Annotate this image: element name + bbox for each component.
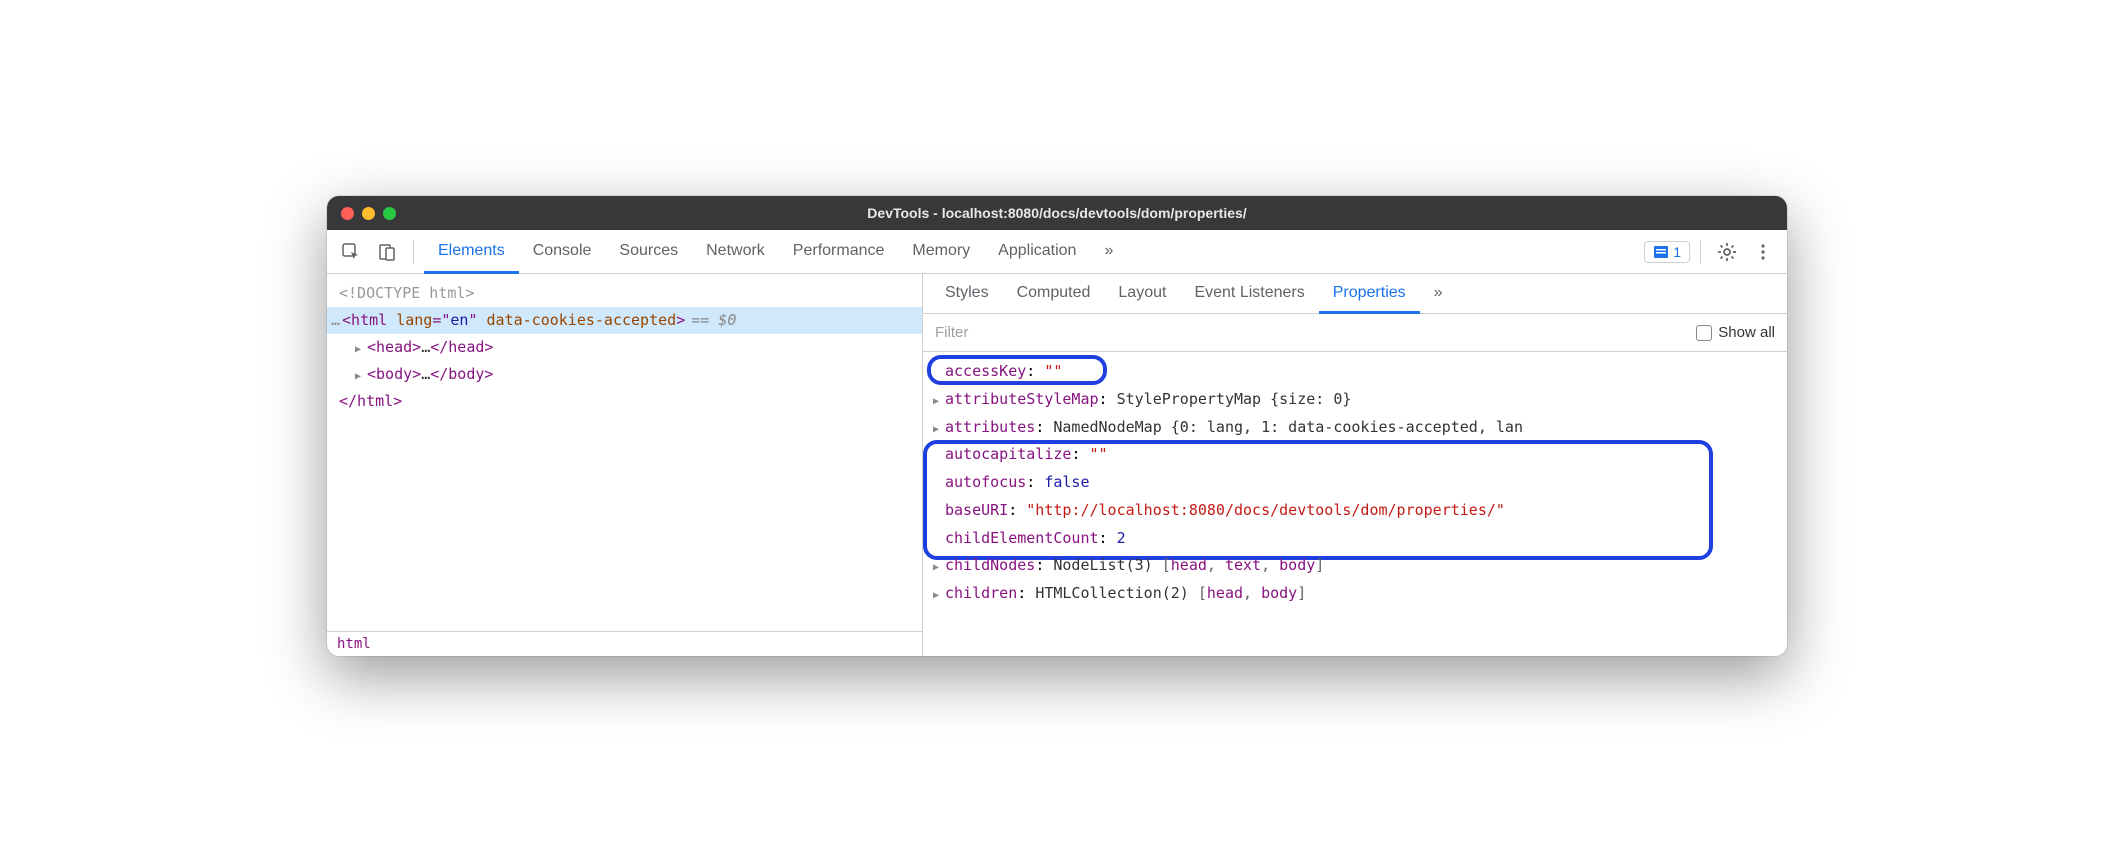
expand-icon[interactable]: ▶ <box>355 341 367 359</box>
main-tabs: Elements Console Sources Network Perform… <box>424 230 1127 273</box>
window-titlebar: DevTools - localhost:8080/docs/devtools/… <box>327 196 1787 230</box>
prop-row[interactable]: ▶attributes: NamedNodeMap {0: lang, 1: d… <box>933 414 1777 442</box>
filter-row: Show all <box>923 314 1787 352</box>
issues-count: 1 <box>1673 244 1681 260</box>
window-title: DevTools - localhost:8080/docs/devtools/… <box>327 205 1787 221</box>
elements-panel: <!DOCTYPE html> …<html lang="en" data-co… <box>327 274 923 656</box>
tab-elements[interactable]: Elements <box>424 231 519 274</box>
prop-row[interactable]: autofocus: false <box>933 469 1777 497</box>
more-sidetabs-icon[interactable]: » <box>1420 275 1457 314</box>
tab-application[interactable]: Application <box>984 231 1090 274</box>
devtools-window: DevTools - localhost:8080/docs/devtools/… <box>327 196 1787 656</box>
minimize-window-button[interactable] <box>362 207 375 220</box>
checkbox-icon[interactable] <box>1696 325 1712 341</box>
prop-row[interactable]: autocapitalize: "" <box>933 441 1777 469</box>
tab-memory[interactable]: Memory <box>898 231 984 274</box>
issues-badge[interactable]: 1 <box>1644 241 1690 263</box>
dom-tree[interactable]: <!DOCTYPE html> …<html lang="en" data-co… <box>327 274 922 631</box>
tab-console[interactable]: Console <box>519 231 606 274</box>
tab-sources[interactable]: Sources <box>605 231 692 274</box>
more-tabs-icon[interactable]: » <box>1090 231 1127 274</box>
kebab-menu-icon[interactable] <box>1747 236 1779 268</box>
tree-row-body[interactable]: ▶<body>…</body> <box>327 361 922 388</box>
zoom-window-button[interactable] <box>383 207 396 220</box>
prop-row[interactable]: accessKey: "" <box>933 358 1777 386</box>
filter-input[interactable] <box>935 324 1684 341</box>
settings-icon[interactable] <box>1711 236 1743 268</box>
properties-list[interactable]: accessKey: "" ▶attributeStyleMap: StyleP… <box>923 352 1787 656</box>
tree-row-doctype[interactable]: <!DOCTYPE html> <box>327 280 922 307</box>
tab-performance[interactable]: Performance <box>779 231 899 274</box>
prop-row[interactable]: ▶attributeStyleMap: StylePropertyMap {si… <box>933 386 1777 414</box>
sidebar-tabs: Styles Computed Layout Event Listeners P… <box>923 274 1787 314</box>
expand-icon[interactable]: ▶ <box>933 421 945 440</box>
prop-row[interactable]: ▶children: HTMLCollection(2) [head, body… <box>933 580 1777 608</box>
expand-icon[interactable]: ▶ <box>933 559 945 578</box>
tab-event-listeners[interactable]: Event Listeners <box>1180 275 1318 314</box>
tab-network[interactable]: Network <box>692 231 779 274</box>
tree-row-html-close[interactable]: </html> <box>327 388 922 415</box>
sidebar-panel: Styles Computed Layout Event Listeners P… <box>923 274 1787 656</box>
separator <box>413 240 414 264</box>
show-all-toggle[interactable]: Show all <box>1696 324 1775 341</box>
device-toggle-icon[interactable] <box>371 236 403 268</box>
breadcrumb[interactable]: html <box>327 631 922 656</box>
main-toolbar: Elements Console Sources Network Perform… <box>327 230 1787 274</box>
expand-icon[interactable]: ▶ <box>355 368 367 386</box>
traffic-lights <box>341 207 396 220</box>
tab-computed[interactable]: Computed <box>1003 275 1105 314</box>
expand-icon[interactable]: ▶ <box>933 587 945 606</box>
tree-row-html-open[interactable]: …<html lang="en" data-cookies-accepted>=… <box>327 307 922 334</box>
tab-properties[interactable]: Properties <box>1319 275 1420 314</box>
close-window-button[interactable] <box>341 207 354 220</box>
prop-row[interactable]: baseURI: "http://localhost:8080/docs/dev… <box>933 497 1777 525</box>
expand-icon[interactable]: ▶ <box>933 393 945 412</box>
content-area: <!DOCTYPE html> …<html lang="en" data-co… <box>327 274 1787 656</box>
tab-layout[interactable]: Layout <box>1104 275 1180 314</box>
separator <box>1700 240 1701 264</box>
prop-row[interactable]: childElementCount: 2 <box>933 525 1777 553</box>
tab-styles[interactable]: Styles <box>931 275 1003 314</box>
prop-row[interactable]: ▶childNodes: NodeList(3) [head, text, bo… <box>933 552 1777 580</box>
inspect-element-icon[interactable] <box>335 236 367 268</box>
tree-row-head[interactable]: ▶<head>…</head> <box>327 334 922 361</box>
